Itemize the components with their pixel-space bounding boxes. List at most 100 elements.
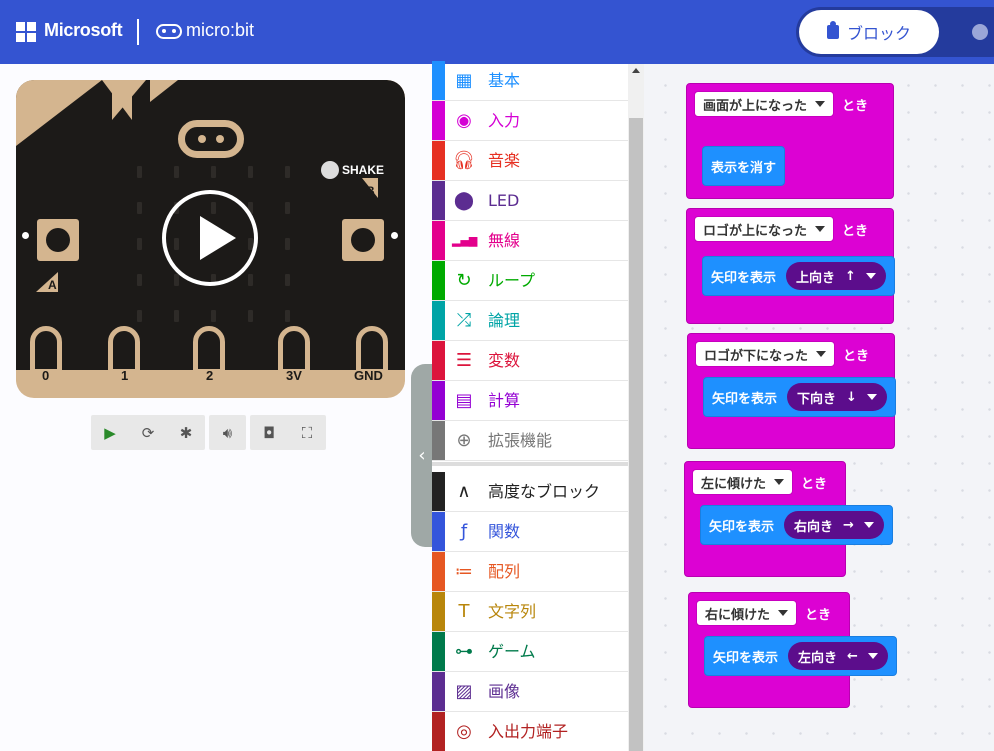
capture-controls: ◘ ⛶ [250,415,326,450]
event-block[interactable]: 右に傾けた とき矢印を表示 左向き ← [688,592,897,708]
gesture-dropdown[interactable]: 右に傾けた [696,600,798,626]
led-pixel[interactable] [285,274,290,286]
arrow-direction-dropdown[interactable]: 下向き ↓ [787,383,887,411]
pin-gnd[interactable] [356,326,388,374]
pin-1[interactable] [108,326,140,374]
pin-2[interactable] [193,326,225,374]
toolbox-category[interactable]: ƒ 関数 [432,512,628,552]
toolbox-category[interactable]: T 文字列 [432,592,628,632]
caret-down-icon [866,394,877,400]
pin-3v[interactable] [278,326,310,374]
event-block[interactable]: ロゴが上になった とき 矢印を表示 上向き ↑ [686,208,895,324]
gesture-dropdown[interactable]: ロゴが上になった [694,216,835,242]
tab-javascript[interactable] [962,20,994,44]
statement-block[interactable]: 矢印を表示 左向き ← [704,636,897,676]
toolbox-category[interactable]: ◎ 入出力端子 [432,712,628,751]
shake-button[interactable] [321,161,339,179]
led-pixel[interactable] [174,166,179,178]
pin-0[interactable] [30,326,62,374]
led-pixel[interactable] [137,310,142,322]
toolbox-category[interactable]: ▦ 基本 [432,61,628,101]
sound-icon[interactable]: 🔊︎ [209,415,246,450]
sound-control: 🔊︎ [209,415,246,450]
toggle-icon: ⬤ [453,190,475,211]
restart-icon[interactable]: ⟳ [129,415,167,450]
arrow-direction-dropdown[interactable]: 右向き → [784,511,884,539]
touch-logo[interactable] [178,120,244,158]
fullscreen-icon[interactable]: ⛶ [288,415,326,450]
toolbox-category[interactable]: 🎧︎ 音楽 [432,141,628,181]
led-pixel[interactable] [285,310,290,322]
statement-block[interactable]: 表示を消す [702,146,786,186]
toolbox-category[interactable]: ▤ 計算 [432,381,628,421]
led-pixel[interactable] [248,274,253,286]
board-notch [112,80,146,120]
event-block[interactable]: 画面が上になった とき表示を消す [686,83,894,199]
gesture-dropdown-label: 画面が上になった [703,98,808,114]
text-icon: T [458,601,470,622]
toolbox-category[interactable]: ▨ 画像 [432,672,628,712]
led-pixel[interactable] [137,238,142,250]
toolbox-category[interactable]: ◉ 入力 [432,101,628,141]
led-pixel[interactable] [211,310,216,322]
led-pixel[interactable] [137,166,142,178]
microbit-board[interactable]: SHAKE B A 0 1 2 3V GND [16,80,405,398]
toolbox-category[interactable]: ▂▄▆ 無線 [432,221,628,261]
arrow-direction-dropdown[interactable]: 左向き ← [788,642,888,670]
led-pixel[interactable] [211,166,216,178]
led-pixel[interactable] [248,310,253,322]
debug-icon[interactable]: ✱ [167,415,205,450]
toolbox-category[interactable]: ↻ ループ [432,261,628,301]
arrow-glyph: ↓ [846,389,857,405]
gesture-dropdown[interactable]: 画面が上になった [694,91,835,117]
category-color-bar [432,101,445,140]
category-label: 計算 [488,391,521,410]
toolbox-category[interactable]: ☰ 変数 [432,341,628,381]
scroll-up-icon[interactable] [632,68,640,73]
scrollbar-thumb[interactable] [629,118,643,751]
header-divider [137,19,139,45]
led-pixel[interactable] [285,166,290,178]
toolbox-category[interactable]: ⤮ 論理 [432,301,628,341]
screenshot-icon[interactable]: ◘ [250,415,288,450]
led-pixel[interactable] [174,310,179,322]
arrow-direction-dropdown[interactable]: 上向き ↑ [786,262,886,290]
led-pixel[interactable] [285,202,290,214]
statement-block[interactable]: 矢印を表示 上向き ↑ [702,256,895,296]
led-pixel[interactable] [137,274,142,286]
statement-block[interactable]: 矢印を表示 右向き → [700,505,893,545]
toolbox-scrollbar[interactable] [628,64,644,751]
button-b[interactable] [342,219,384,261]
event-block[interactable]: 左に傾けた とき 矢印を表示 右向き → [684,461,893,577]
event-block[interactable]: ロゴが下になった とき 矢印を表示 下向き ↓ [687,333,896,449]
led-pixel[interactable] [285,238,290,250]
toolbox-category[interactable]: ∧ 高度なブロック [432,472,628,512]
category-label: 音楽 [488,151,521,170]
led-pixel[interactable] [248,166,253,178]
button-a[interactable] [37,219,79,261]
event-suffix: とき [842,98,869,114]
product-name[interactable]: micro:bit [186,20,254,41]
play-icon[interactable]: ▶ [91,415,129,450]
toolbox-divider [432,462,628,466]
shake-label: SHAKE [342,163,385,177]
toolbox-category[interactable]: ⊕ 拡張機能 [432,421,628,461]
gesture-dropdown[interactable]: ロゴが下になった [695,341,836,367]
headphones-icon: 🎧︎ [452,150,476,171]
gesture-dropdown[interactable]: 左に傾けた [692,469,794,495]
caret-down-icon [778,610,789,616]
event-header: 右に傾けた とき [696,600,831,626]
blocks-workspace[interactable]: 画面が上になった とき 表示を消す ロゴが上になった とき 矢印を表示 上向き ↑ ロゴが下にな… [644,64,994,751]
play-simulator-button[interactable] [162,190,258,286]
toolbox-category[interactable]: ⬤ LED [432,181,628,221]
microsoft-logo-icon [16,22,36,42]
led-pixel[interactable] [174,274,179,286]
led-pixel[interactable] [137,202,142,214]
toolbox-category[interactable]: ≔ 配列 [432,552,628,592]
collapse-simulator-button[interactable]: ‹ [411,364,433,547]
tab-blocks[interactable]: ブロック [799,10,939,54]
signal-icon: ▂▄▆ [452,234,478,247]
toolbox-category[interactable]: ⊶ ゲーム [432,632,628,672]
shuffle-icon: ⤮ [456,310,472,331]
statement-block[interactable]: 矢印を表示 下向き ↓ [703,377,896,417]
